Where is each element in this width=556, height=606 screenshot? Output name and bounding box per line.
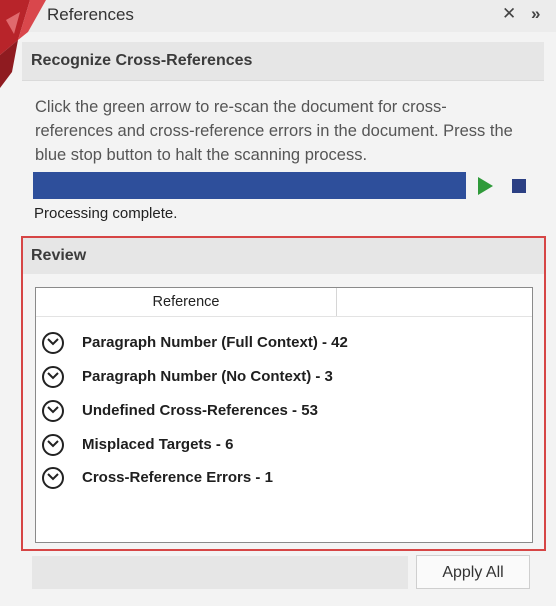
review-section-title: Review <box>31 247 87 264</box>
expand-chevron-icon[interactable] <box>42 467 64 489</box>
references-pane: References ✕ » Recognize Cross-Reference… <box>0 0 556 606</box>
list-item-label: Cross-Reference Errors - 1 <box>82 469 273 486</box>
pane-title: References <box>47 5 134 24</box>
reference-list: Reference Paragraph Number (Full Context… <box>35 287 533 543</box>
recognize-description: Click the green arrow to re-scan the doc… <box>35 98 513 164</box>
rescan-play-button[interactable] <box>478 177 493 195</box>
list-column-header: Reference <box>36 288 532 317</box>
expand-chevron-icon[interactable] <box>42 366 64 388</box>
title-bar: References ✕ » <box>0 0 556 32</box>
close-icon[interactable]: ✕ <box>502 4 516 24</box>
review-section-header: Review <box>23 238 544 274</box>
expand-chevron-icon[interactable] <box>42 434 64 456</box>
reference-column-header[interactable]: Reference <box>36 288 337 316</box>
list-item[interactable]: Paragraph Number (Full Context) - 42 <box>42 330 522 360</box>
app-logo-icon <box>0 0 46 88</box>
list-item[interactable]: Cross-Reference Errors - 1 <box>42 465 522 495</box>
scan-progress-bar <box>33 172 466 199</box>
expand-chevron-icon[interactable] <box>42 400 64 422</box>
list-item[interactable]: Undefined Cross-References - 53 <box>42 398 522 428</box>
review-section: Review Reference Paragraph Number (Full … <box>21 236 546 551</box>
list-item[interactable]: Misplaced Targets - 6 <box>42 432 522 462</box>
list-item[interactable]: Paragraph Number (No Context) - 3 <box>42 364 522 394</box>
recognize-section-title: Recognize Cross-References <box>31 52 253 69</box>
footer-status-field <box>32 556 408 589</box>
stop-scan-button[interactable] <box>512 179 526 193</box>
expand-icon[interactable]: » <box>531 4 540 24</box>
list-item-label: Undefined Cross-References - 53 <box>82 402 318 419</box>
expand-chevron-icon[interactable] <box>42 332 64 354</box>
apply-all-button[interactable]: Apply All <box>416 555 530 589</box>
scan-status-text: Processing complete. <box>34 205 178 222</box>
list-item-label: Misplaced Targets - 6 <box>82 436 234 453</box>
recognize-section-header: Recognize Cross-References <box>22 42 544 81</box>
list-item-label: Paragraph Number (No Context) - 3 <box>82 368 333 385</box>
list-item-label: Paragraph Number (Full Context) - 42 <box>82 334 348 351</box>
